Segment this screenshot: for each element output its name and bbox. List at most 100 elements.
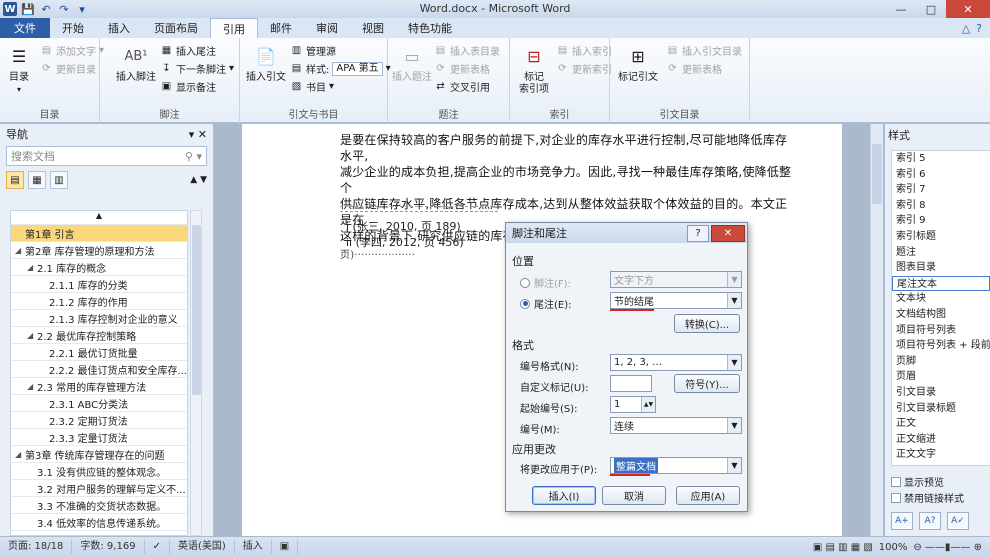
expand-arrow-icon[interactable]: ◢: [15, 450, 25, 459]
nav-heading-item[interactable]: 2.2.1 最优订货批量: [11, 344, 187, 361]
nav-scrollbar[interactable]: [190, 210, 202, 536]
insert-caption-button[interactable]: ▭ 插入题注: [392, 44, 432, 84]
style-item[interactable]: 尾注文本: [892, 275, 990, 292]
nav-heading-item[interactable]: 2.3.1 ABC分类法: [11, 395, 187, 412]
cross-reference-button[interactable]: ⇄ 交叉引用: [434, 79, 490, 94]
nav-heading-item[interactable]: 3.3 不准确的交货状态数据。: [11, 497, 187, 514]
convert-button[interactable]: 转换(C)...: [674, 314, 740, 333]
show-notes-button[interactable]: ▣ 显示备注: [160, 79, 216, 94]
custom-mark-input[interactable]: [610, 375, 652, 392]
start-at-spinner[interactable]: 1 ▲▼: [610, 396, 656, 413]
macro-icon[interactable]: ▣: [272, 540, 299, 554]
style-item[interactable]: 索引 9: [892, 213, 990, 229]
add-text-button[interactable]: ▤ 添加文字 ▾: [40, 43, 104, 58]
nav-heading-item[interactable]: 3.1 没有供应链的整体观念。: [11, 463, 187, 480]
endnote-location-select[interactable]: 节的结尾 ▼: [610, 292, 742, 309]
undo-icon[interactable]: ↶: [39, 2, 53, 16]
nav-heading-item[interactable]: 2.3.3 定量订货法: [11, 429, 187, 446]
style-item[interactable]: 引文目录: [892, 385, 990, 401]
dialog-help-button[interactable]: ?: [687, 224, 709, 242]
apply-to-select[interactable]: 整篇文档 ▼: [610, 457, 742, 474]
status-language[interactable]: 英语(美国): [170, 540, 235, 554]
collapse-all-icon[interactable]: ▲: [11, 211, 187, 225]
style-item[interactable]: 图表目录: [892, 260, 990, 276]
nav-prev-next-icon[interactable]: ▲ ▼: [190, 175, 207, 185]
next-footnote-button[interactable]: ↧ 下一条脚注 ▾: [160, 61, 234, 76]
footnote-radio[interactable]: 脚注(F):: [520, 275, 571, 290]
zoom-level[interactable]: 100%: [879, 542, 908, 553]
redo-icon[interactable]: ↷: [57, 2, 71, 16]
update-index-button[interactable]: ⟳ 更新索引: [556, 61, 612, 76]
insert-citation-button[interactable]: 📄 插入引文: [244, 44, 288, 84]
tab-references[interactable]: 引用: [210, 18, 258, 38]
disable-linked-styles-checkbox[interactable]: 禁用链接样式: [891, 490, 964, 505]
tab-file[interactable]: 文件: [0, 18, 50, 38]
symbol-button[interactable]: 符号(Y)...: [674, 374, 740, 393]
endnote-radio[interactable]: 尾注(E):: [520, 296, 572, 311]
number-format-select[interactable]: 1, 2, 3, … ▼: [610, 354, 742, 371]
style-item[interactable]: 项目符号列表: [892, 323, 990, 339]
style-item[interactable]: 索引 7: [892, 182, 990, 198]
browse-results-icon[interactable]: ▥: [50, 171, 68, 189]
dialog-close-button[interactable]: ✕: [711, 224, 745, 242]
nav-heading-item[interactable]: ◢ 2.1 库存的概念: [11, 259, 187, 276]
style-item[interactable]: 文档结构图: [892, 307, 990, 323]
tab-mailings[interactable]: 邮件: [258, 18, 304, 38]
insert-endnote-button[interactable]: ▦ 插入尾注: [160, 43, 216, 58]
spinner-arrows-icon[interactable]: ▲▼: [641, 397, 655, 412]
style-item[interactable]: 文本块: [892, 291, 990, 307]
style-item[interactable]: 索引 8: [892, 198, 990, 214]
manage-styles-icon[interactable]: A✓: [947, 512, 969, 530]
cancel-button[interactable]: 取消: [602, 486, 666, 505]
nav-heading-item[interactable]: 第1章 引言: [11, 225, 187, 242]
insert-table-of-figures-button[interactable]: ▤ 插入表目录: [434, 43, 500, 58]
status-mode[interactable]: 插入: [235, 540, 272, 554]
proofing-icon[interactable]: ✓: [145, 540, 170, 554]
update-toa-button[interactable]: ⟳ 更新表格: [666, 61, 722, 76]
footnote-location-select[interactable]: 文字下方 ▼: [610, 271, 742, 288]
tab-insert[interactable]: 插入: [96, 18, 142, 38]
show-preview-checkbox[interactable]: 显示预览: [891, 474, 944, 489]
nav-heading-item[interactable]: 2.3.2 定期订货法: [11, 412, 187, 429]
nav-heading-item[interactable]: ◢ 2.2 最优库存控制策略: [11, 327, 187, 344]
nav-heading-item[interactable]: 2.2.2 最佳订货点和安全库存...: [11, 361, 187, 378]
view-buttons-icon[interactable]: ▣ ▤ ▥ ▦ ▧: [813, 542, 873, 553]
expand-arrow-icon[interactable]: ◢: [15, 246, 25, 255]
insert-footnote-button[interactable]: AB¹ 插入脚注: [114, 44, 158, 84]
minimize-ribbon-icon[interactable]: △: [962, 22, 970, 35]
tab-home[interactable]: 开始: [50, 18, 96, 38]
nav-close-icon[interactable]: ▾ ✕: [189, 128, 207, 141]
style-item[interactable]: 正文文字: [892, 447, 990, 463]
insert-button[interactable]: 插入(I): [532, 486, 596, 505]
tab-page-layout[interactable]: 页面布局: [142, 18, 210, 38]
apply-button[interactable]: 应用(A): [676, 486, 740, 505]
style-item[interactable]: 正文: [892, 416, 990, 432]
search-icon[interactable]: ⚲ ▾: [185, 150, 202, 163]
expand-arrow-icon[interactable]: ◢: [27, 263, 37, 272]
tab-special-features[interactable]: 特色功能: [396, 18, 464, 38]
browse-pages-icon[interactable]: ▦: [28, 171, 46, 189]
tab-review[interactable]: 审阅: [304, 18, 350, 38]
nav-heading-item[interactable]: ◢ 第3章 传统库存管理存在的问题: [11, 446, 187, 463]
word-logo-icon[interactable]: W: [3, 2, 17, 16]
maximize-button[interactable]: □: [916, 0, 946, 18]
expand-arrow-icon[interactable]: ◢: [27, 331, 37, 340]
nav-search-input[interactable]: 搜索文档 ⚲ ▾: [6, 146, 207, 166]
save-icon[interactable]: 💾: [21, 2, 35, 16]
manage-sources-button[interactable]: ▥ 管理源: [290, 43, 336, 58]
status-words[interactable]: 字数: 9,169: [72, 540, 145, 554]
style-item[interactable]: 页脚: [892, 354, 990, 370]
update-toc-button[interactable]: ⟳ 更新目录: [40, 61, 96, 76]
browse-headings-icon[interactable]: ▤: [6, 171, 24, 189]
nav-heading-item[interactable]: 2.1.3 库存控制对企业的意义: [11, 310, 187, 327]
nav-heading-item[interactable]: ◢ 第2章 库存管理的原理和方法: [11, 242, 187, 259]
mark-entry-button[interactable]: ⊟ 标记 索引项: [514, 44, 554, 96]
customize-qat-icon[interactable]: ▾: [75, 2, 89, 16]
style-item[interactable]: 索引 6: [892, 167, 990, 183]
zoom-slider[interactable]: ⊖ ——▮—— ⊕: [913, 542, 982, 553]
nav-heading-item[interactable]: 3.2 对用户服务的理解与定义不...: [11, 480, 187, 497]
update-table-button[interactable]: ⟳ 更新表格: [434, 61, 490, 76]
tab-view[interactable]: 视图: [350, 18, 396, 38]
expand-arrow-icon[interactable]: ◢: [27, 382, 37, 391]
toc-button[interactable]: ☰ 目录 ▾: [4, 44, 34, 96]
